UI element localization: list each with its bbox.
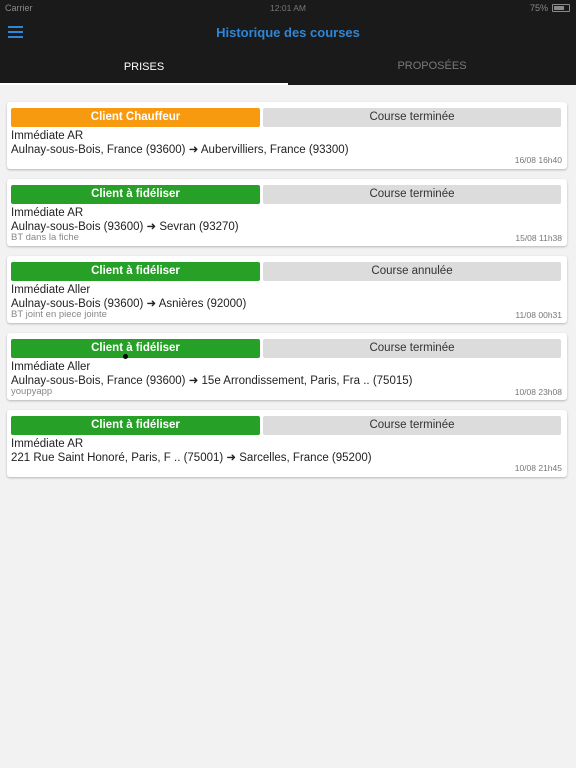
course-type: Immédiate Aller (11, 361, 91, 373)
client-badge: Client à fidéliser (11, 262, 260, 281)
nav-header: Historique des courses (0, 16, 576, 50)
course-time: 10/08 21h45 (514, 463, 562, 473)
course-status: Course terminée (263, 339, 561, 358)
course-type: Immédiate AR (11, 207, 84, 219)
tab-prises[interactable]: PRISES (0, 50, 288, 85)
page-title: Historique des courses (216, 25, 360, 40)
course-type: Immédiate AR (11, 438, 84, 450)
battery-icon (552, 4, 570, 12)
course-status: Course terminée (263, 416, 561, 435)
course-card[interactable]: Client à fidéliser Course annulée Immédi… (7, 256, 567, 323)
client-badge: Client à fidéliser (11, 416, 260, 435)
client-badge: Client Chauffeur (11, 108, 260, 127)
client-badge: Client à fidéliser (11, 339, 260, 358)
course-note: BT joint en piece jointe (11, 309, 107, 320)
course-route: Aulnay-sous-Bois, France (93600) ➜ 15e A… (11, 375, 413, 387)
course-card[interactable]: Client à fidéliser Course terminée Imméd… (7, 179, 567, 246)
course-status: Course terminée (263, 185, 561, 204)
course-route: 221 Rue Saint Honoré, Paris, F .. (75001… (11, 452, 372, 464)
course-route: Aulnay-sous-Bois, France (93600) ➜ Auber… (11, 144, 349, 156)
course-card[interactable]: Client à fidéliser Course terminée Imméd… (7, 333, 567, 400)
course-time: 10/08 23h08 (514, 387, 562, 397)
course-note: youpyapp (11, 386, 53, 397)
course-time: 16/08 16h40 (514, 155, 562, 165)
course-time: 11/08 00h31 (515, 310, 562, 320)
tab-bar: PRISES PROPOSÉES (0, 50, 576, 85)
course-card[interactable]: Client à fidéliser Course terminée Imméd… (7, 410, 567, 477)
tab-proposees[interactable]: PROPOSÉES (288, 50, 576, 85)
course-route: Aulnay-sous-Bois (93600) ➜ Asnières (920… (11, 298, 247, 310)
course-type: Immédiate AR (11, 130, 84, 142)
status-bar: Carrier 12:01 AM 75% (0, 0, 576, 16)
course-status: Course terminée (263, 108, 561, 127)
course-route: Aulnay-sous-Bois (93600) ➜ Sevran (93270… (11, 221, 239, 233)
clock: 12:01 AM (270, 3, 306, 13)
course-type: Immédiate Aller (11, 284, 91, 296)
course-status: Course annulée (263, 262, 561, 281)
course-card[interactable]: Client Chauffeur Course terminée Immédia… (7, 102, 567, 169)
course-note: BT dans la fiche (11, 232, 79, 243)
client-badge: Client à fidéliser (11, 185, 260, 204)
battery-percent: 75% (529, 3, 548, 13)
touch-indicator (123, 354, 128, 359)
course-time: 15/08 11h38 (515, 233, 562, 243)
